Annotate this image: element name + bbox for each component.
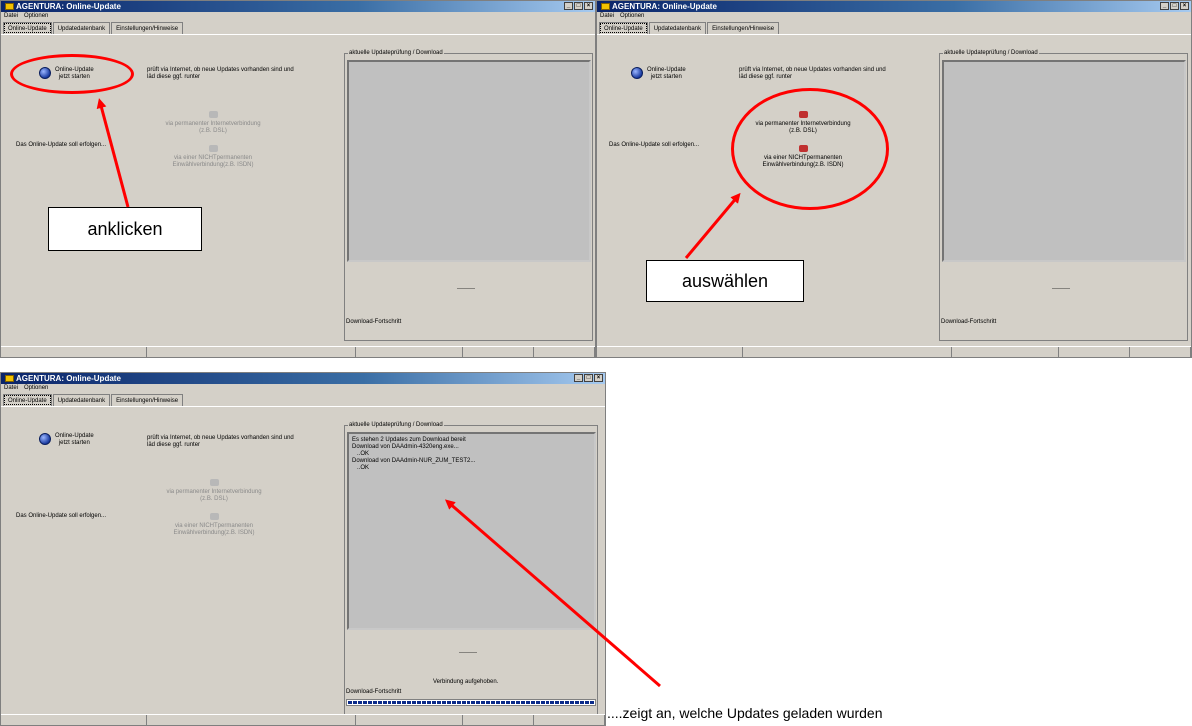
arrow-3 (444, 499, 661, 688)
arrow-2 (684, 192, 741, 259)
arrow-1 (96, 98, 130, 208)
arrow-overlay (96, 98, 741, 688)
